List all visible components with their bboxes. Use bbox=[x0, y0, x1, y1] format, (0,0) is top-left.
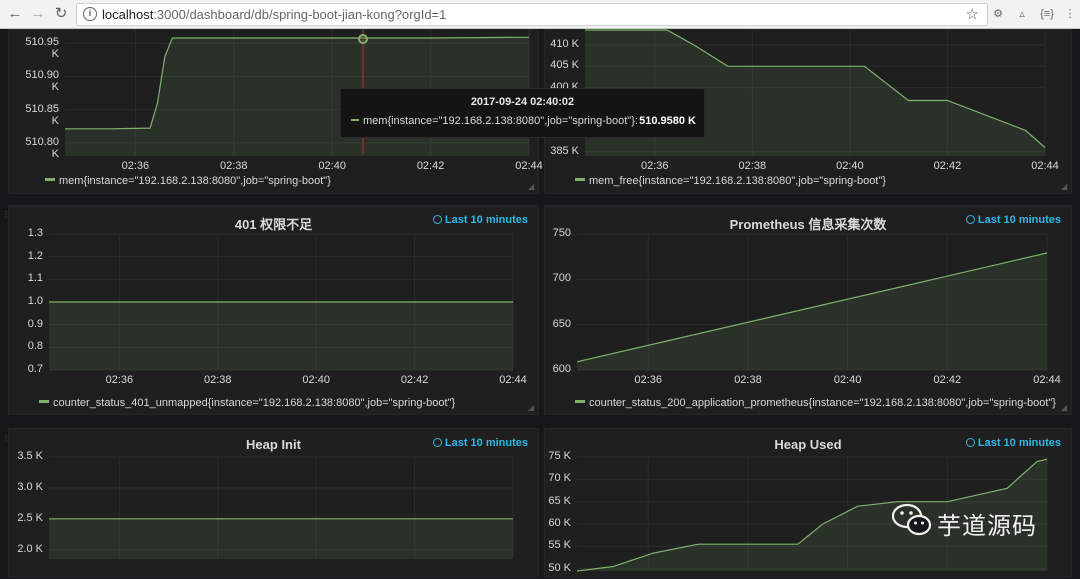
extension-icon[interactable]: ⚙ bbox=[990, 6, 1006, 22]
menu-icon[interactable]: ⋮ bbox=[1062, 6, 1078, 22]
y-tick-label: 0.8 bbox=[27, 340, 43, 353]
series-swatch bbox=[351, 119, 359, 121]
reload-icon[interactable]: ↻ bbox=[52, 5, 70, 23]
y-tick-label: 510.90 K bbox=[25, 69, 59, 94]
x-tick-label: 02:38 bbox=[220, 160, 248, 172]
panel-prometheus: Prometheus 信息采集次数 Last 10 minutes 600 650… bbox=[544, 205, 1072, 415]
x-tick-label: 02:40 bbox=[833, 374, 862, 386]
y-tick-label: 650 bbox=[552, 317, 571, 330]
series-area-fill bbox=[49, 518, 513, 559]
tooltip-series: mem{instance="192.168.2.138:8080",job="s… bbox=[351, 115, 638, 127]
x-tick-label: 02:42 bbox=[933, 374, 962, 386]
x-tick-label: 02:44 bbox=[499, 374, 527, 386]
x-tick-label: 02:38 bbox=[734, 374, 762, 386]
resize-handle[interactable]: ◢ bbox=[1061, 404, 1069, 412]
x-tick-label: 02:40 bbox=[302, 374, 330, 386]
tooltip-time: 2017-09-24 02:40:02 bbox=[470, 96, 575, 108]
y-tick-label: 1.2 bbox=[27, 249, 43, 262]
x-tick-label: 02:36 bbox=[634, 374, 663, 386]
y-tick-label: 0.7 bbox=[27, 363, 43, 375]
chart-plot-area[interactable]: 600 650 700 750 02:36 02:38 02:40 02:42 02:44 bbox=[545, 206, 1073, 396]
y-tick-label: 0.9 bbox=[27, 317, 43, 330]
json-extension-icon[interactable]: {≡} bbox=[1036, 6, 1058, 22]
y-tick-label: 1.3 bbox=[27, 227, 43, 239]
legend-item[interactable]: counter_status_200_application_prometheu… bbox=[575, 397, 1056, 409]
legend-item[interactable]: mem_free{instance="192.168.2.138:8080",j… bbox=[575, 175, 886, 187]
wechat-icon bbox=[891, 503, 932, 536]
series-swatch bbox=[575, 178, 585, 181]
x-tick-label: 02:42 bbox=[400, 374, 429, 386]
forward-icon[interactable]: → bbox=[29, 5, 47, 23]
y-tick-label: 2.0 K bbox=[17, 542, 43, 555]
y-tick-label: 60 K bbox=[548, 517, 571, 530]
graph-tooltip: 2017-09-24 02:40:02 mem{instance="192.16… bbox=[340, 88, 705, 138]
y-tick-label: 55 K bbox=[548, 539, 571, 552]
x-tick-label: 02:36 bbox=[121, 160, 150, 172]
y-tick-label: 50 K bbox=[548, 561, 571, 574]
y-tick-label: 65 K bbox=[548, 494, 571, 507]
drag-handle-icon[interactable]: ⋮ bbox=[2, 210, 10, 220]
x-tick-label: 02:36 bbox=[640, 160, 669, 172]
y-tick-label: 510.95 K bbox=[25, 36, 59, 61]
url-text[interactable]: localhost:3000/dashboard/db/spring-boot-… bbox=[102, 7, 446, 22]
y-tick-label: 405 K bbox=[550, 59, 579, 72]
resize-handle[interactable]: ◢ bbox=[528, 183, 536, 191]
legend-item[interactable]: mem{instance="192.168.2.138:8080",job="s… bbox=[45, 175, 331, 187]
y-tick-label: 70 K bbox=[548, 472, 571, 485]
chart-svg bbox=[49, 456, 514, 559]
extension-icon[interactable]: ▵ bbox=[1014, 6, 1030, 22]
browser-toolbar: ← → ↻ i localhost:3000/dashboard/db/spri… bbox=[0, 0, 1080, 29]
y-tick-label: 510.80 K bbox=[25, 135, 59, 160]
x-tick-label: 02:38 bbox=[204, 374, 232, 386]
series-swatch bbox=[575, 400, 585, 403]
x-tick-label: 02:38 bbox=[738, 160, 767, 172]
address-bar[interactable]: i localhost:3000/dashboard/db/spring-boo… bbox=[76, 3, 988, 26]
x-tick-label: 02:40 bbox=[836, 160, 864, 172]
chart-plot-area[interactable]: 0.7 0.8 0.9 1.0 1.1 1.2 1.3 02:36 02:38 02:40 02:4… bbox=[9, 206, 540, 396]
panel-status-401: ⋮ 401 权限不足 Last 10 minutes 0.7 0.8 0.9 1.0 1… bbox=[2, 205, 540, 415]
y-tick-label: 410 K bbox=[550, 37, 579, 50]
x-tick-label: 02:44 bbox=[515, 160, 543, 172]
series-swatch bbox=[45, 178, 55, 181]
x-tick-label: 02:42 bbox=[416, 160, 445, 172]
drag-handle-icon[interactable]: ⋮ bbox=[2, 433, 10, 443]
y-tick-label: 385 K bbox=[550, 144, 579, 157]
watermark: 芋道源码 bbox=[890, 500, 1060, 544]
y-tick-label: 2.5 K bbox=[17, 511, 43, 524]
y-tick-label: 75 K bbox=[548, 450, 571, 462]
chart-svg bbox=[576, 233, 1048, 371]
x-tick-label: 02:44 bbox=[1031, 160, 1059, 172]
back-icon[interactable]: ← bbox=[6, 5, 24, 23]
series-swatch bbox=[39, 400, 49, 403]
x-tick-label: 02:44 bbox=[1033, 374, 1061, 386]
panel-heap-init: ⋮ Heap Init Last 10 minutes 2.0 K 2.5 K 3.… bbox=[2, 428, 540, 579]
site-info-icon[interactable]: i bbox=[83, 7, 97, 21]
chart-svg bbox=[49, 233, 514, 371]
y-tick-label: 3.0 K bbox=[17, 480, 43, 493]
watermark-text: 芋道源码 bbox=[937, 513, 1037, 540]
legend-item[interactable]: counter_status_401_unmapped{instance="19… bbox=[39, 397, 455, 409]
y-tick-label: 3.5 K bbox=[17, 450, 43, 462]
x-tick-label: 02:36 bbox=[105, 374, 134, 386]
x-tick-label: 02:42 bbox=[933, 160, 962, 172]
y-tick-label: 1.0 bbox=[27, 295, 43, 307]
y-tick-label: 600 bbox=[552, 363, 571, 375]
y-tick-label: 700 bbox=[552, 272, 571, 285]
resize-handle[interactable]: ◢ bbox=[1061, 183, 1069, 191]
y-tick-label: 1.1 bbox=[27, 272, 43, 285]
x-tick-label: 02:40 bbox=[318, 160, 346, 172]
y-tick-label: 750 bbox=[552, 227, 571, 239]
tooltip-value: 510.9580 K bbox=[639, 115, 696, 127]
bookmark-star-icon[interactable]: ☆ bbox=[966, 5, 979, 23]
series-area-fill bbox=[49, 302, 513, 370]
resize-handle[interactable]: ◢ bbox=[528, 404, 536, 412]
series-area-fill bbox=[577, 253, 1047, 370]
chart-plot-area[interactable]: 2.0 K 2.5 K 3.0 K 3.5 K bbox=[9, 429, 540, 579]
y-tick-label: 510.85 K bbox=[25, 102, 59, 127]
